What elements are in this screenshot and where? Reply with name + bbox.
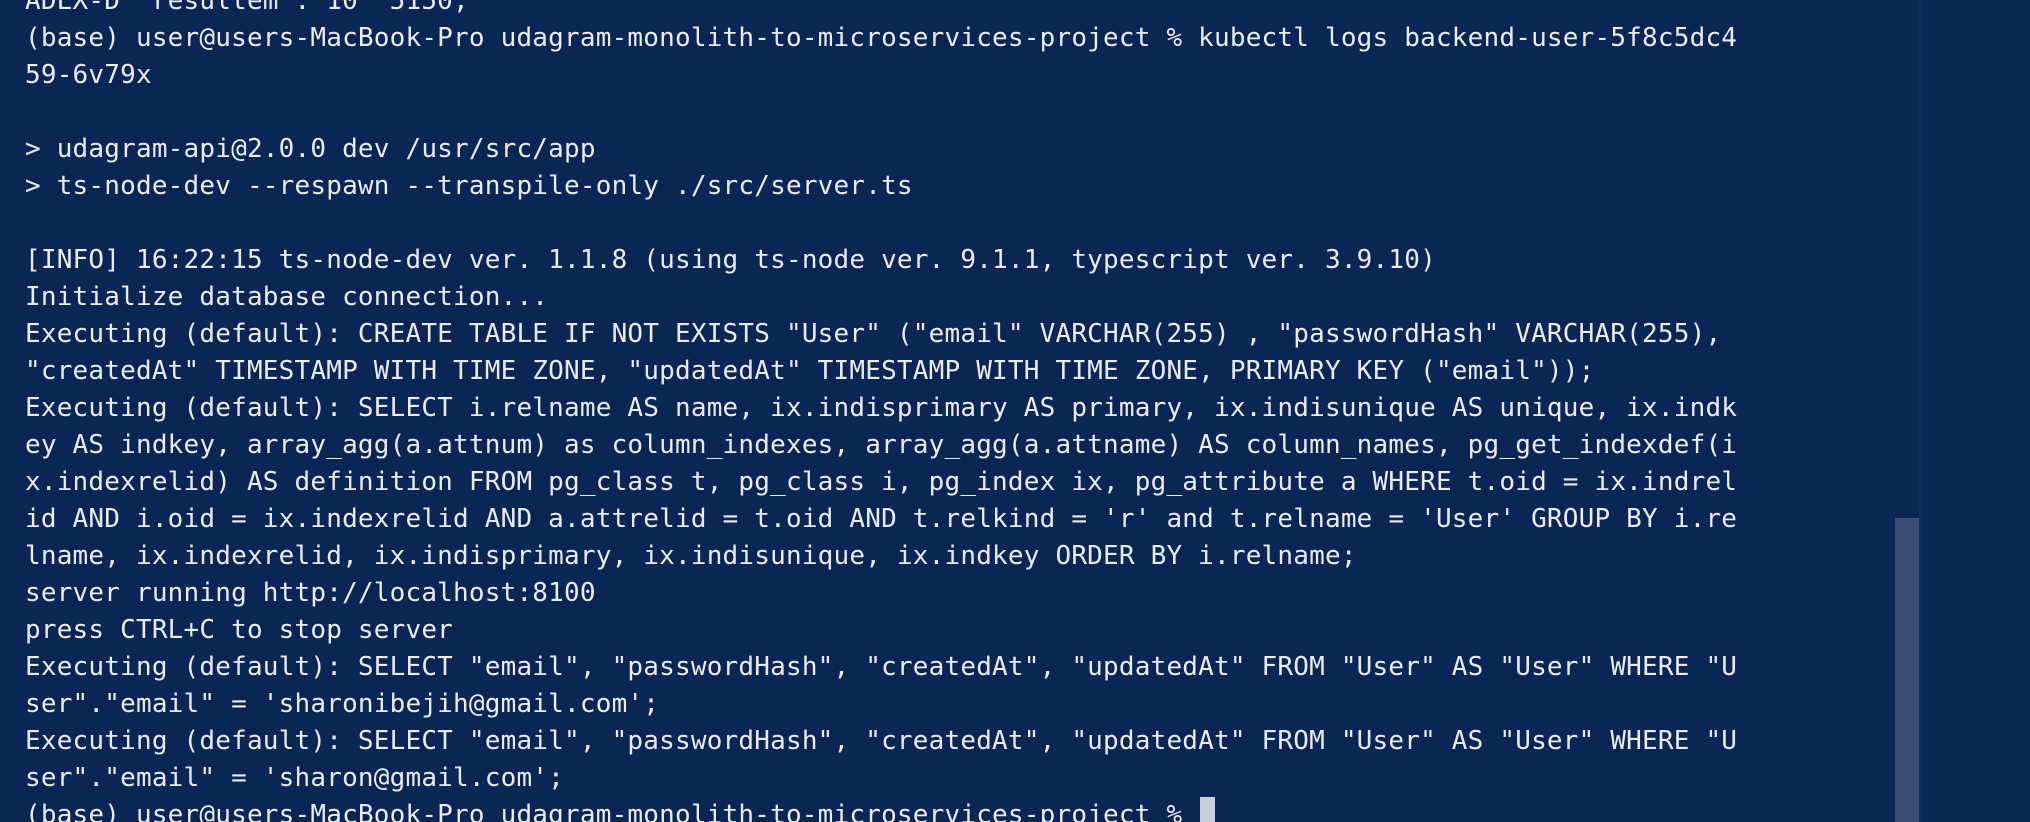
terminal-line: > udagram-api@2.0.0 dev /usr/src/app: [25, 134, 596, 164]
terminal-line: server running http://localhost:8100: [25, 578, 596, 608]
terminal-line: [INFO] 16:22:15 ts-node-dev ver. 1.1.8 (…: [25, 245, 1436, 275]
prompt-line[interactable]: (base) user@users-MacBook-Pro udagram-mo…: [25, 797, 1925, 822]
terminal-line: lname, ix.indexrelid, ix.indisprimary, i…: [25, 541, 1357, 571]
terminal-line: ser"."email" = 'sharon@gmail.com';: [25, 763, 565, 793]
shell-prompt: (base) user@users-MacBook-Pro udagram-mo…: [25, 800, 1199, 822]
terminal-line: ADEX-D' resultem : 10' 5150;: [25, 0, 469, 16]
terminal-line: > ts-node-dev --respawn --transpile-only…: [25, 171, 913, 201]
terminal-line: x.indexrelid) AS definition FROM pg_clas…: [25, 467, 1738, 497]
terminal-line: id AND i.oid = ix.indexrelid AND a.attre…: [25, 504, 1738, 534]
terminal-line: "createdAt" TIMESTAMP WITH TIME ZONE, "u…: [25, 356, 1595, 386]
terminal-line: press CTRL+C to stop server: [25, 615, 454, 645]
terminal-line: Executing (default): SELECT i.relname AS…: [25, 393, 1738, 423]
terminal-line: Initialize database connection...: [25, 282, 549, 312]
side-panel: [1921, 0, 2030, 822]
terminal-line: Executing (default): CREATE TABLE IF NOT…: [25, 319, 1722, 349]
scrollbar-thumb[interactable]: [1895, 518, 1919, 822]
terminal-line: ser"."email" = 'sharonibejih@gmail.com';: [25, 689, 660, 719]
terminal-window[interactable]: ADEX-D' resultem : 10' 5150; (base) user@…: [0, 0, 2030, 822]
terminal-line: 59-6v79x: [25, 60, 152, 90]
text-cursor: [1200, 797, 1216, 822]
terminal-line: Executing (default): SELECT "email", "pa…: [25, 726, 1738, 756]
terminal-line: (base) user@users-MacBook-Pro udagram-mo…: [25, 23, 1738, 53]
terminal-output[interactable]: ADEX-D' resultem : 10' 5150; (base) user@…: [25, 0, 1925, 822]
terminal-line: Executing (default): SELECT "email", "pa…: [25, 652, 1738, 682]
terminal-line: ey AS indkey, array_agg(a.attnum) as col…: [25, 430, 1738, 460]
